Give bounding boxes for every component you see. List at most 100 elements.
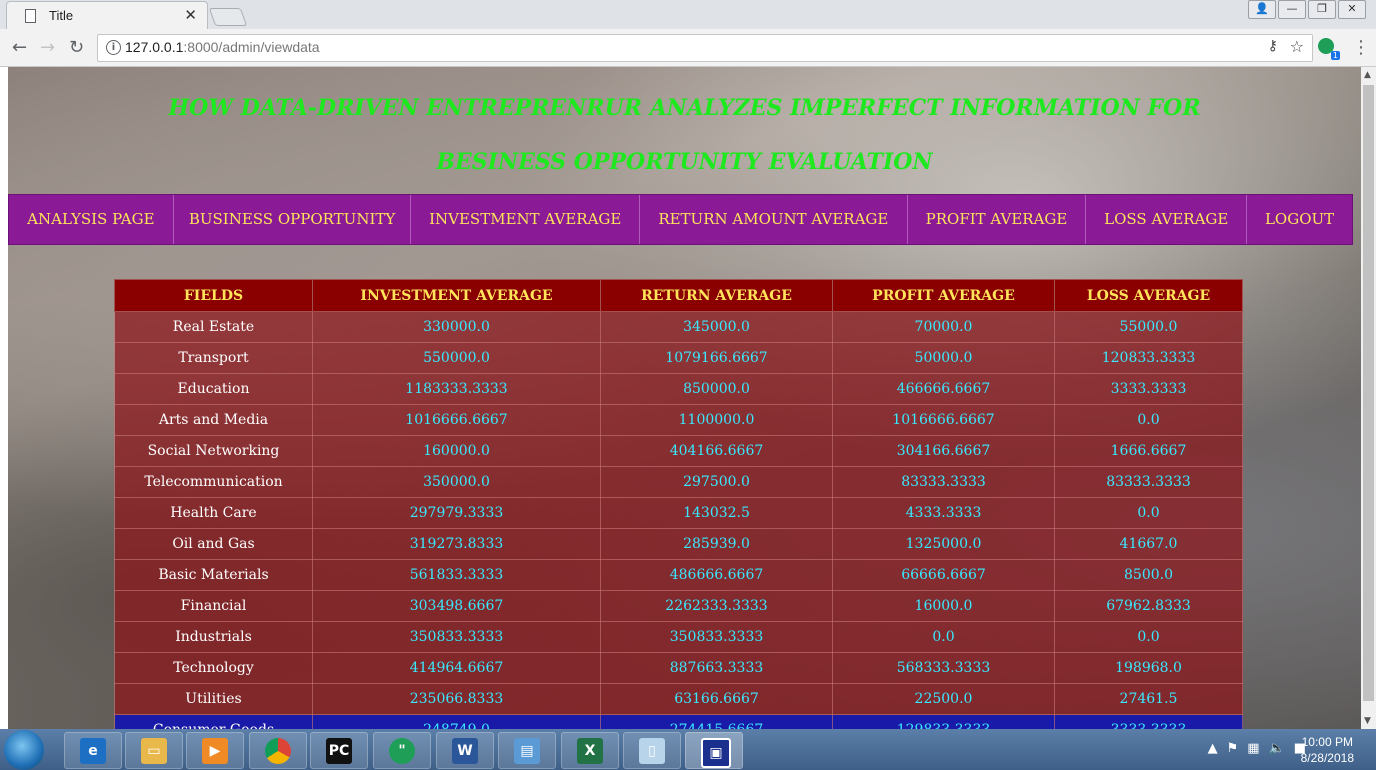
reload-icon[interactable]: ↻ <box>69 37 84 58</box>
value-cell: 330000.0 <box>312 311 601 343</box>
key-icon[interactable]: ⚷ <box>1268 38 1278 54</box>
tab-title: Title <box>49 8 74 23</box>
scroll-down-icon[interactable]: ▼ <box>1364 716 1371 726</box>
field-cell: Social Networking <box>114 435 313 467</box>
value-cell: 120833.3333 <box>1054 342 1243 374</box>
field-cell: Telecommunication <box>114 466 313 498</box>
value-cell: 304166.6667 <box>832 435 1055 467</box>
browser-tab[interactable]: Title ✕ <box>6 1 208 30</box>
volume-icon[interactable]: 🔈 <box>1269 741 1285 756</box>
chrome-icon <box>265 738 291 764</box>
word-icon: W <box>452 738 478 764</box>
value-cell: 1100000.0 <box>600 404 833 436</box>
field-cell: Education <box>114 373 313 405</box>
value-cell: 319273.8333 <box>312 528 601 560</box>
table-row: Oil and Gas 319273.8333 285939.0 1325000.0 4… <box>114 528 1243 560</box>
flag-icon[interactable]: ⚑ <box>1227 741 1239 756</box>
value-cell: 3333.3333 <box>1054 714 1243 729</box>
taskbar-hangouts[interactable]: " <box>373 732 431 769</box>
field-cell: Basic Materials <box>114 559 313 591</box>
nav-profit-average[interactable]: PROFIT AVERAGE <box>908 195 1087 244</box>
field-cell: Consumer Goods <box>114 714 313 729</box>
table-row: Industrials 350833.3333 350833.3333 0.0 0.0 <box>114 621 1243 653</box>
table-row: Health Care 297979.3333 143032.5 4333.3333 0… <box>114 497 1243 529</box>
nav-business-opportunity[interactable]: BUSINESS OPPORTUNITY <box>174 195 412 244</box>
table-body: Real Estate 330000.0 345000.0 70000.0 55000.… <box>114 311 1243 729</box>
taskbar-chrome[interactable] <box>249 732 307 769</box>
restore-button[interactable]: ❐ <box>1308 0 1336 19</box>
averages-table: FIELDS INVESTMENT AVERAGE RETURN AVERAGE… <box>114 279 1243 729</box>
value-cell: 2262333.3333 <box>600 590 833 622</box>
value-cell: 550000.0 <box>312 342 601 374</box>
value-cell: 198968.0 <box>1054 652 1243 684</box>
value-cell: 83333.3333 <box>1054 466 1243 498</box>
nav-logout[interactable]: LOGOUT <box>1247 195 1352 244</box>
col-profit-average: PROFIT AVERAGE <box>832 279 1055 312</box>
value-cell: 0.0 <box>832 621 1055 653</box>
value-cell: 0.0 <box>1054 621 1243 653</box>
close-tab-icon[interactable]: ✕ <box>184 6 197 24</box>
info-icon[interactable]: i <box>106 40 121 55</box>
taskbar-excel[interactable]: X <box>561 732 619 769</box>
field-cell: Oil and Gas <box>114 528 313 560</box>
browser-menu-icon[interactable]: ⋮ <box>1352 37 1370 58</box>
value-cell: 285939.0 <box>600 528 833 560</box>
value-cell: 887663.3333 <box>600 652 833 684</box>
field-cell: Arts and Media <box>114 404 313 436</box>
vertical-scrollbar[interactable]: ▲ ▼ <box>1361 67 1376 729</box>
field-cell: Utilities <box>114 683 313 715</box>
minimize-button[interactable]: — <box>1278 0 1306 19</box>
value-cell: 1183333.3333 <box>312 373 601 405</box>
scroll-up-icon[interactable]: ▲ <box>1364 70 1371 80</box>
value-cell: 303498.6667 <box>312 590 601 622</box>
page-viewport: HOW DATA-DRIVEN ENTREPRENRUR ANALYZES IM… <box>8 67 1361 729</box>
taskbar-word[interactable]: W <box>436 732 494 769</box>
forward-icon[interactable]: → <box>40 37 55 58</box>
user-icon[interactable]: 👤 <box>1248 0 1276 19</box>
taskbar-remote-desktop[interactable]: ▣ <box>685 732 743 769</box>
value-cell: 70000.0 <box>832 311 1055 343</box>
value-cell: 248749.0 <box>312 714 601 729</box>
table-row: Education 1183333.3333 850000.0 466666.6667… <box>114 373 1243 405</box>
close-window-button[interactable]: ✕ <box>1338 0 1366 19</box>
value-cell: 297979.3333 <box>312 497 601 529</box>
show-hidden-icons-icon[interactable]: ▲ <box>1208 741 1218 756</box>
taskbar-media-player[interactable]: ▶ <box>186 732 244 769</box>
main-nav: ANALYSIS PAGE BUSINESS OPPORTUNITY INVES… <box>8 194 1353 245</box>
browser-toolbar: ← → ↻ i 127.0.0.1:8000/admin/viewdata ⚷ … <box>0 29 1376 67</box>
col-return-average: RETURN AVERAGE <box>600 279 833 312</box>
value-cell: 0.0 <box>1054 497 1243 529</box>
value-cell: 16000.0 <box>832 590 1055 622</box>
value-cell: 41667.0 <box>1054 528 1243 560</box>
new-tab-button[interactable] <box>208 8 248 26</box>
network-icon[interactable]: ▦ <box>1247 741 1259 756</box>
field-cell: Real Estate <box>114 311 313 343</box>
value-cell: 350833.3333 <box>312 621 601 653</box>
value-cell: 1016666.6667 <box>832 404 1055 436</box>
taskbar-notepad[interactable]: ▯ <box>623 732 681 769</box>
taskbar-internet-explorer[interactable]: e <box>64 732 122 769</box>
folder-icon: ▭ <box>141 738 167 764</box>
taskbar-file-explorer[interactable]: ▭ <box>125 732 183 769</box>
table-header-row: FIELDS INVESTMENT AVERAGE RETURN AVERAGE… <box>114 279 1243 312</box>
value-cell: 274415.6667 <box>600 714 833 729</box>
nav-analysis-page[interactable]: ANALYSIS PAGE <box>9 195 174 244</box>
system-clock[interactable]: 10:00 PM 8/28/2018 <box>1301 734 1354 766</box>
scrollbar-thumb[interactable] <box>1363 85 1374 701</box>
address-bar[interactable]: i 127.0.0.1:8000/admin/viewdata ⚷ ☆ <box>97 34 1313 62</box>
value-cell: 404166.6667 <box>600 435 833 467</box>
url-text[interactable]: 127.0.0.1:8000/admin/viewdata <box>125 39 320 55</box>
nav-investment-average[interactable]: INVESTMENT AVERAGE <box>411 195 641 244</box>
nav-loss-average[interactable]: LOSS AVERAGE <box>1086 195 1248 244</box>
back-icon[interactable]: ← <box>12 37 27 58</box>
nav-return-amount-average[interactable]: RETURN AMOUNT AVERAGE <box>640 195 908 244</box>
value-cell: 160000.0 <box>312 435 601 467</box>
value-cell: 27461.5 <box>1054 683 1243 715</box>
bookmark-star-icon[interactable]: ☆ <box>1290 37 1304 56</box>
col-investment-average: INVESTMENT AVERAGE <box>312 279 601 312</box>
table-row: Real Estate 330000.0 345000.0 70000.0 55000.… <box>114 311 1243 343</box>
start-button[interactable] <box>4 730 44 770</box>
taskbar-photo-viewer[interactable]: ▤ <box>498 732 556 769</box>
taskbar-pycharm[interactable]: PC <box>310 732 368 769</box>
extension-icon[interactable]: 1 <box>1318 38 1340 60</box>
